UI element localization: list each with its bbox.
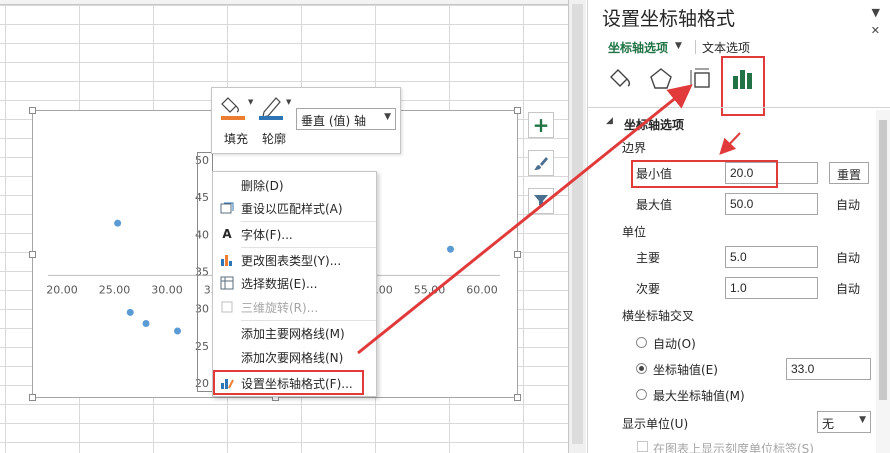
pane-divider <box>588 107 890 108</box>
data-point <box>174 327 181 335</box>
horizontal-axis-crosses-label: 横坐标轴交叉 <box>622 309 695 323</box>
radio-axis-value[interactable] <box>636 363 647 374</box>
menu-item-3d-rotation: 三维旋转(R)... <box>213 296 376 318</box>
data-point <box>447 245 454 253</box>
pane-scrollbar[interactable] <box>876 110 890 453</box>
menu-separator <box>241 247 376 248</box>
context-menu: 删除(D) 重设以匹配样式(A) A 字体(F)... 更改图表类型(Y)... … <box>212 171 377 397</box>
menu-item-add-minor-gridlines[interactable]: 添加次要网格线(N) <box>213 346 376 368</box>
3d-rotation-icon <box>213 296 241 318</box>
close-icon[interactable]: ✕ <box>871 24 880 37</box>
reset-style-icon <box>213 197 241 219</box>
units-label: 单位 <box>622 225 647 239</box>
plus-icon: + <box>532 113 550 137</box>
chevron-down-icon[interactable]: ▼ <box>675 41 682 51</box>
radio-axis-value-label[interactable]: 坐标轴值(E) <box>653 361 718 378</box>
x-tick-label: 20.00 <box>46 283 78 296</box>
minor-unit-input[interactable] <box>725 277 818 299</box>
paint-bucket-icon: ▼ <box>221 97 254 120</box>
display-units-value: 无 <box>822 417 835 431</box>
fill-line-icon[interactable] <box>604 62 638 96</box>
chart-element-select[interactable]: 垂直 (值) 轴 ▼ <box>296 108 396 130</box>
chart-side-tools: + <box>528 112 554 226</box>
pane-title: 设置坐标轴格式 <box>602 8 736 30</box>
excel-window: 20.0025.0030.0035.0040.0045.0050.0055.00… <box>0 0 890 453</box>
menu-item-font[interactable]: A 字体(F)... <box>213 223 376 245</box>
effects-icon[interactable] <box>644 62 678 96</box>
chart-styles-button[interactable] <box>528 150 554 176</box>
svg-text:▼: ▼ <box>286 98 292 106</box>
fill-button[interactable]: ▼ 填充 <box>218 92 254 150</box>
display-units-select[interactable]: 无 ▼ <box>817 411 871 433</box>
svg-text:▼: ▼ <box>248 98 254 106</box>
tab-text-options[interactable]: 文本选项 <box>702 39 750 56</box>
menu-item-add-major-gridlines[interactable]: 添加主要网格线(M) <box>213 322 376 344</box>
reset-button[interactable]: 重置 <box>829 162 869 184</box>
radio-auto[interactable] <box>636 337 647 348</box>
show-units-label: 在图表上显示刻度单位标签(S) <box>653 442 814 453</box>
highlight-box-min-value <box>631 160 778 188</box>
chart-filters-button[interactable] <box>528 188 554 214</box>
show-units-checkbox[interactable] <box>637 441 648 452</box>
data-point <box>126 308 134 316</box>
brush-icon <box>534 157 548 170</box>
scrollbar-thumb[interactable] <box>572 4 583 444</box>
filter-icon <box>534 195 548 207</box>
x-tick-label: 25.00 <box>99 283 131 296</box>
menu-separator <box>241 221 376 222</box>
menu-item-select-data[interactable]: 选择数据(E)... <box>213 272 376 294</box>
chart-element-value: 垂直 (值) 轴 <box>301 114 366 128</box>
x-tick-label: 55.00 <box>414 283 446 296</box>
chart-elements-button[interactable]: + <box>528 112 554 138</box>
vertical-axis-selection[interactable] <box>197 152 213 392</box>
radio-auto-label[interactable]: 自动(O) <box>653 335 696 352</box>
max-value-input[interactable] <box>725 193 818 215</box>
font-icon: A <box>222 227 232 241</box>
data-point <box>114 219 122 227</box>
max-label: 最大值 <box>636 198 673 212</box>
chart-type-icon <box>213 249 241 271</box>
format-axis-pane: 设置坐标轴格式 ▼ ✕ 坐标轴选项 ▼ 文本选项 ◢ 坐标轴选项 边界 最小值 … <box>587 0 890 453</box>
pen-icon: ▼ <box>259 97 292 120</box>
chevron-down-icon: ▼ <box>859 415 866 425</box>
chevron-down-icon: ▼ <box>384 112 391 122</box>
minor-label: 次要 <box>636 282 661 296</box>
scrollbar-thumb[interactable] <box>879 120 887 400</box>
bounds-label: 边界 <box>622 141 647 155</box>
section-axis-options[interactable]: 坐标轴选项 <box>624 116 684 133</box>
major-unit-input[interactable] <box>725 246 818 268</box>
axis-value-input[interactable] <box>786 358 871 380</box>
menu-item-change-chart-type[interactable]: 更改图表类型(Y)... <box>213 249 376 271</box>
pane-options-icon[interactable]: ▼ <box>872 6 880 19</box>
highlight-box-format-axis <box>213 370 364 395</box>
mini-toolbar: ▼ 填充 ▼ 轮廓 垂直 (值) 轴 ▼ <box>211 87 401 154</box>
display-units-label: 显示单位(U) <box>622 417 689 431</box>
select-data-icon <box>213 272 241 294</box>
minor-auto-button[interactable]: 自动 <box>836 280 860 297</box>
menu-item-delete[interactable]: 删除(D) <box>213 174 376 196</box>
menu-separator <box>241 320 376 321</box>
menu-item-reset-style[interactable]: 重设以匹配样式(A) <box>213 197 376 219</box>
max-auto-button[interactable]: 自动 <box>836 196 860 213</box>
x-tick-label: 30.00 <box>151 283 183 296</box>
fill-label: 填充 <box>223 132 248 146</box>
collapse-icon[interactable]: ◢ <box>606 116 613 126</box>
major-label: 主要 <box>636 251 661 265</box>
x-tick-label: 60.00 <box>466 283 498 296</box>
outline-button[interactable]: ▼ 轮廓 <box>256 92 292 150</box>
outline-label: 轮廓 <box>261 132 286 146</box>
tab-axis-options[interactable]: 坐标轴选项 <box>608 39 668 56</box>
major-auto-button[interactable]: 自动 <box>836 249 860 266</box>
data-point <box>142 320 150 328</box>
worksheet-vertical-scrollbar[interactable] <box>568 0 586 453</box>
tab-separator <box>695 40 696 54</box>
radio-max-axis-value[interactable] <box>636 389 647 400</box>
radio-max-axis-value-label[interactable]: 最大坐标轴值(M) <box>653 387 745 404</box>
size-properties-icon[interactable] <box>684 62 718 96</box>
